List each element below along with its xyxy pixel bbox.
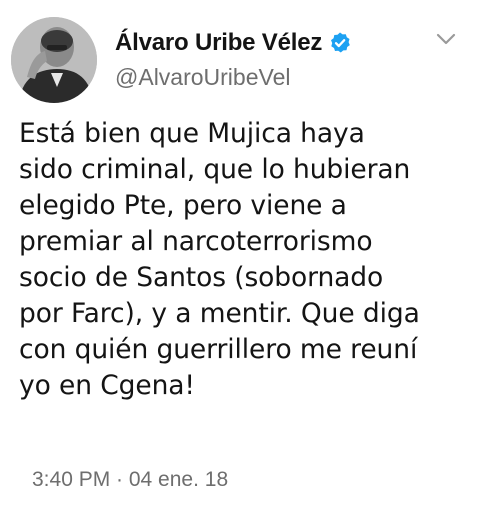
tweet-text-line: socio de Santos (sobornado	[19, 262, 384, 293]
author-name-row: Álvaro Uribe Vélez	[115, 26, 352, 60]
tweet-text-line: sido criminal, que lo hubieran	[19, 154, 411, 185]
tweet-text-line: elegido Pte, pero viene a	[19, 190, 347, 221]
tweet-text-line: yo en Cgena!	[19, 370, 195, 401]
tweet-card: Álvaro Uribe Vélez @AlvaroUribeVel Está …	[0, 0, 480, 513]
tweet-text-line: premiar al narcoterrorismo	[19, 226, 373, 257]
avatar[interactable]	[11, 17, 97, 103]
tweet-text: Está bien que Mujica haya sido criminal,…	[19, 116, 469, 404]
author-display-name[interactable]: Álvaro Uribe Vélez	[115, 29, 322, 57]
profile-photo-icon	[11, 17, 97, 103]
tweet-text-line: con quién guerrillero me reuní	[19, 334, 418, 365]
author-handle[interactable]: @AlvaroUribeVel	[115, 64, 290, 91]
tweet-text-line: por Farc), y a mentir. Que diga	[19, 298, 420, 329]
tweet-text-line: Está bien que Mujica haya	[19, 118, 365, 149]
verified-badge-icon	[328, 31, 352, 55]
tweet-timestamp[interactable]: 3:40 PM · 04 ene. 18	[32, 468, 228, 492]
chevron-down-icon[interactable]	[436, 32, 456, 46]
